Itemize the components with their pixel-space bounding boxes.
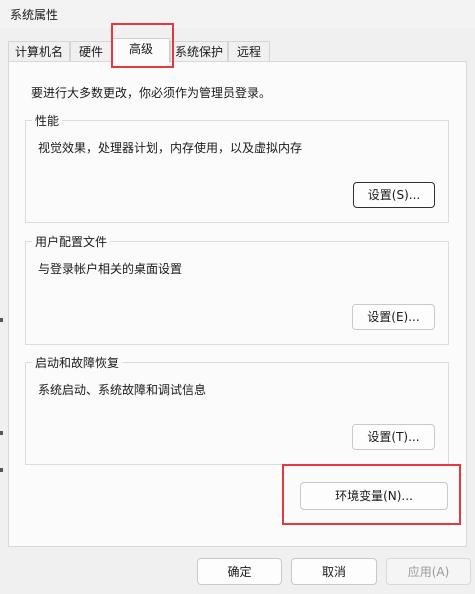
- edge-mark: [0, 318, 3, 322]
- startup-recovery-legend: 启动和故障恢复: [32, 354, 123, 371]
- performance-description: 视觉效果，处理器计划，内存使用，以及虚拟内存: [38, 141, 303, 155]
- tab-system-protection[interactable]: 系统保护: [170, 41, 228, 61]
- ok-button[interactable]: 确定: [197, 558, 282, 585]
- startup-recovery-description: 系统启动、系统故障和调试信息: [38, 383, 207, 397]
- performance-legend: 性能: [32, 112, 63, 129]
- environment-variables-button[interactable]: 环境变量(N)...: [300, 482, 448, 510]
- edge-mark: [0, 468, 3, 472]
- user-profiles-legend: 用户配置文件: [32, 233, 111, 250]
- tab-computer-name[interactable]: 计算机名: [8, 41, 70, 61]
- edge-mark: [0, 431, 3, 435]
- startup-recovery-settings-button[interactable]: 设置(T)...: [352, 424, 435, 450]
- title-bar: 系统属性: [0, 0, 475, 28]
- user-profiles-group: 用户配置文件 与登录帐户相关的桌面设置 设置(E)...: [25, 233, 449, 345]
- performance-group: 性能 视觉效果，处理器计划，内存使用，以及虚拟内存 设置(S)...: [25, 112, 449, 223]
- window-title: 系统属性: [10, 8, 59, 22]
- cancel-button[interactable]: 取消: [291, 558, 377, 585]
- admin-notice: 要进行大多数更改，你必须作为管理员登录。: [31, 86, 272, 100]
- apply-button[interactable]: 应用(A): [386, 558, 471, 585]
- tab-strip: 计算机名 硬件 高级 系统保护 远程: [0, 38, 475, 63]
- performance-settings-button[interactable]: 设置(S)...: [353, 182, 435, 208]
- startup-recovery-group: 启动和故障恢复 系统启动、系统故障和调试信息 设置(T)...: [25, 354, 449, 465]
- user-profiles-description: 与登录帐户相关的桌面设置: [38, 262, 183, 276]
- user-profiles-settings-button[interactable]: 设置(E)...: [352, 304, 435, 330]
- tab-advanced[interactable]: 高级: [112, 38, 170, 63]
- advanced-panel: 要进行大多数更改，你必须作为管理员登录。 性能 视觉效果，处理器计划，内存使用，…: [8, 61, 467, 547]
- tab-hardware[interactable]: 硬件: [70, 41, 112, 61]
- tab-remote[interactable]: 远程: [228, 41, 270, 61]
